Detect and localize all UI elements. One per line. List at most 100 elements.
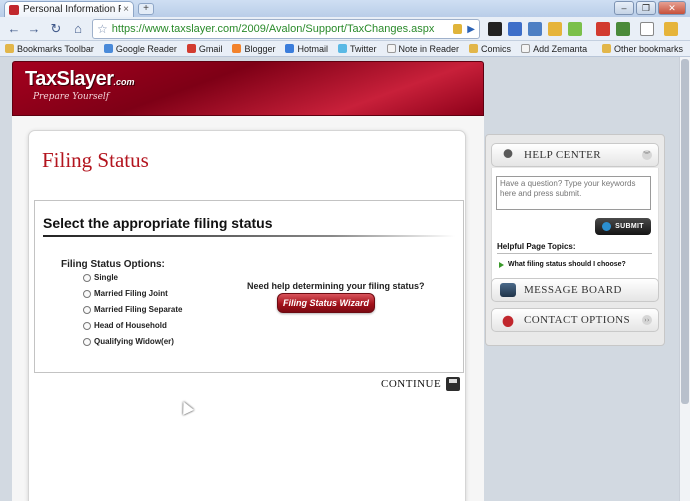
bookmark-label: Twitter [349,43,377,54]
taxslayer-favicon-icon [9,4,19,15]
bookmark-item[interactable]: Google Reader [99,44,182,54]
play-arrow-icon [499,261,504,268]
address-bar[interactable]: ☆ https://www.taxslayer.com/2009/Avalon/… [92,19,480,39]
bookmark-label: Google Reader [115,43,177,54]
page-scrollbar[interactable] [679,57,690,501]
bookmark-item[interactable]: Hotmail [280,44,333,54]
message-board-icon [500,283,516,297]
radio-button[interactable] [83,273,91,282]
filing-status-card: Filing Status Select the appropriate fil… [28,130,466,501]
topics-label: Helpful Page Topics: [497,242,576,251]
continue-label: CONTINUE [381,378,442,390]
wrench-menu-icon[interactable] [664,22,678,36]
radio-button[interactable] [83,305,91,314]
home-button[interactable]: ⌂ [68,20,88,38]
maximize-button[interactable]: ❐ [636,1,656,15]
hotmail-icon [285,44,295,53]
bookmark-item[interactable]: Add Zemanta [516,44,592,54]
extension-icon[interactable] [548,22,562,36]
scrollbar-thumb[interactable] [681,59,689,404]
other-bookmarks-label: Other bookmarks [613,43,683,54]
option-label: Head of Household [94,321,167,330]
help-sidebar: HELP CENTER ︾ SUBMIT Helpful Page Topics… [485,134,665,346]
radio-head-of-household[interactable]: Head of Household [83,321,167,330]
other-bookmarks[interactable]: Other bookmarks [597,44,688,54]
amazon-extension-icon[interactable] [488,22,502,36]
collapse-chevron-icon[interactable]: ︾ [642,150,652,160]
divider [43,235,455,237]
page-viewport: TaxSlayer.com Prepare Yourself Filing St… [0,57,690,501]
reload-button[interactable]: ↻ [46,20,66,38]
radio-button[interactable] [83,321,91,330]
option-label: Married Filing Separate [94,305,183,314]
taxslayer-logo[interactable]: TaxSlayer.com [25,68,135,91]
bookmark-label: Comics [481,43,512,54]
topic-link[interactable]: What filing status should I choose? [499,261,626,268]
radio-button[interactable] [83,337,91,346]
help-search-input[interactable] [496,176,651,210]
expand-chevron-icon[interactable]: ›› [642,315,652,325]
page-icon [521,44,531,53]
folder-icon [469,44,479,53]
help-center-label: HELP CENTER [524,149,602,161]
bookmark-item[interactable]: Note in Reader [382,44,465,54]
page-title: Filing Status [42,148,149,172]
message-board-header[interactable]: MESSAGE BOARD [491,278,659,302]
tagline: Prepare Yourself [33,92,110,102]
radio-button[interactable] [83,289,91,298]
new-tab-button[interactable]: + [138,3,154,15]
bookmark-star-icon[interactable]: ☆ [97,22,108,36]
extension-icon[interactable] [568,22,582,36]
submit-button[interactable]: SUBMIT [595,218,651,235]
extension-icon[interactable] [508,22,522,36]
continue-button[interactable]: CONTINUE [381,377,461,391]
help-center-header[interactable]: HELP CENTER ︾ [491,143,659,167]
bookmark-item[interactable]: Blogger [227,44,280,54]
phone-icon [500,313,516,327]
contact-options-label: CONTACT OPTIONS [524,314,631,326]
radio-qualifying-widow[interactable]: Qualifying Widow(er) [83,337,174,346]
contact-options-header[interactable]: CONTACT OPTIONS ›› [491,308,659,332]
go-button[interactable]: ▶ [467,24,475,35]
browser-tab[interactable]: Personal Information Filing ... × [4,1,134,17]
forward-button[interactable]: → [24,20,44,38]
bookmark-item[interactable]: Gmail [182,44,228,54]
close-tab-icon[interactable]: × [123,4,129,15]
google-reader-icon [103,44,113,53]
twitter-icon [337,44,347,53]
radio-married-separate[interactable]: Married Filing Separate [83,305,182,314]
bookmark-label: Gmail [198,43,223,54]
bookmark-item[interactable]: Twitter [333,44,382,54]
topic-link-label: What filing status should I choose? [508,261,626,268]
folder-icon [5,44,14,53]
site-header: TaxSlayer.com Prepare Yourself [12,61,484,116]
option-label: Qualifying Widow(er) [94,337,174,346]
logo-suffix: .com [113,77,135,87]
help-question: Need help determining your filing status… [247,281,425,291]
divider [497,253,652,254]
arrow-icon [602,222,612,231]
page-menu-icon[interactable] [640,22,654,36]
bookmark-item[interactable]: Bookmarks Toolbar [0,44,99,54]
window-close-button[interactable]: ✕ [658,1,686,15]
back-button[interactable]: ← [4,20,24,38]
bookmarks-bar: Bookmarks Toolbar Google Reader Gmail Bl… [0,41,690,57]
extension-icon[interactable] [528,22,542,36]
main-content: Filing Status Select the appropriate fil… [12,116,484,501]
option-label: Single [94,273,119,282]
extension-icon[interactable] [616,22,630,36]
radio-single[interactable]: Single [83,273,118,282]
gmail-extension-icon[interactable] [596,22,610,36]
tab-title: Personal Information Filing ... [23,4,122,15]
url-text[interactable]: https://www.taxslayer.com/2009/Avalon/Su… [112,23,449,35]
bookmark-label: Note in Reader [398,43,460,54]
options-label: Filing Status Options: [61,259,165,270]
minimize-button[interactable]: – [614,1,634,15]
message-board-label: MESSAGE BOARD [524,284,622,296]
bookmark-item[interactable]: Comics [464,44,516,54]
radio-married-joint[interactable]: Married Filing Joint [83,289,168,298]
gmail-icon [186,44,196,53]
help-center-body: SUBMIT Helpful Page Topics: What filing … [491,168,659,282]
filing-status-wizard-button[interactable]: Filing Status Wizard [277,293,375,313]
form-heading: Select the appropriate filing status [43,215,273,231]
